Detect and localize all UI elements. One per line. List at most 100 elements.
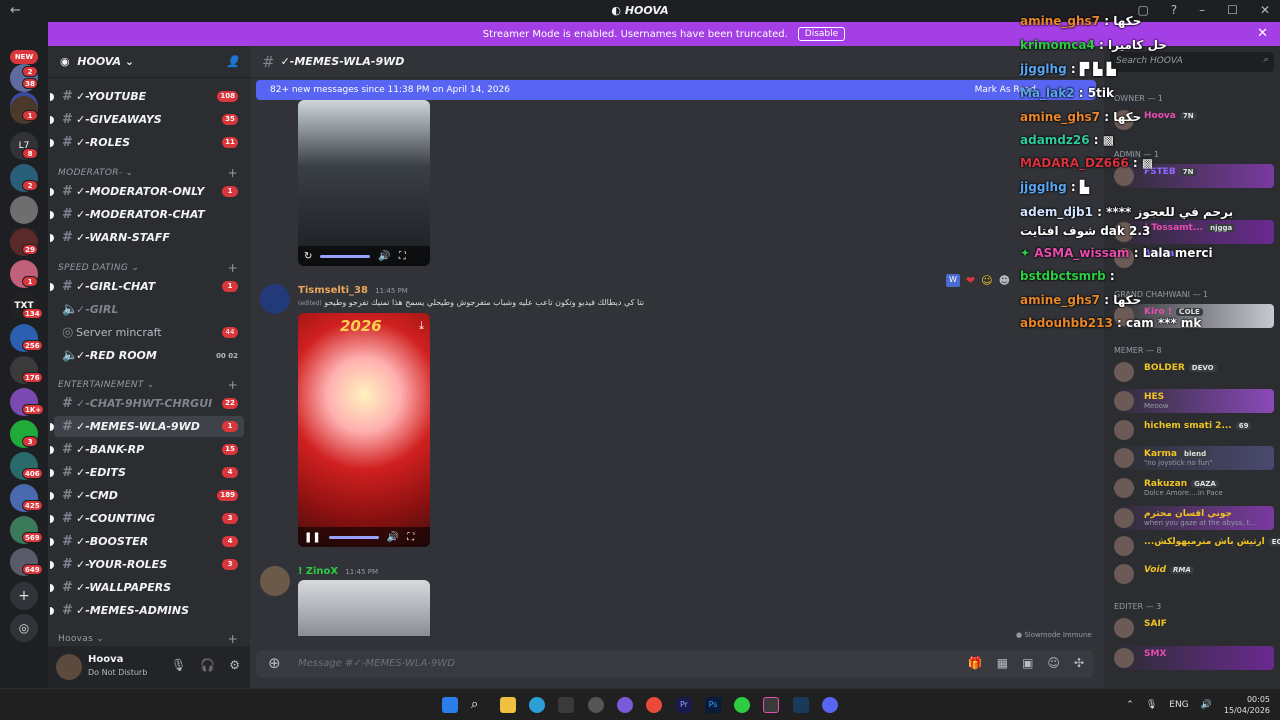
member-item[interactable]: FSTEB 7N <box>1112 164 1274 188</box>
member-item[interactable]: Akaza <box>1112 246 1274 270</box>
invite-icon[interactable]: 👤 <box>226 55 240 68</box>
discover-icon[interactable]: ◎ <box>10 614 38 642</box>
new-badge[interactable]: NEW <box>10 50 38 64</box>
whatsapp-icon[interactable] <box>734 697 750 713</box>
upload-plus-icon[interactable]: ⊕ <box>268 654 281 672</box>
channel-cmd[interactable]: # ✓-CMD 189 <box>50 485 244 506</box>
video-progress[interactable] <box>320 254 371 258</box>
volume-icon[interactable]: 🔊 <box>1201 700 1212 710</box>
language-indicator[interactable]: ENG <box>1169 700 1188 710</box>
channel-warn-staff[interactable]: # ✓-WARN-STAFF <box>50 227 244 248</box>
channel-chat-9hwt-chrgui[interactable]: # ✓-CHAT-9HWT-CHRGUI 22 <box>54 393 244 414</box>
help-icon[interactable]: ? <box>1171 3 1177 17</box>
channel-giveaways[interactable]: # ✓-GIVEAWAYS 35 <box>50 109 244 130</box>
message-input[interactable]: Message #✓-MEMES-WLA-9WD <box>298 658 455 669</box>
server-header[interactable]: ◉ HOOVA ⌄ 👤 <box>48 46 250 78</box>
chevron-up-icon[interactable]: ⌃ <box>1126 700 1134 710</box>
heart-reaction-icon[interactable]: ❤ <box>966 274 975 287</box>
close-window-button[interactable]: ✕ <box>1260 3 1270 17</box>
avatar[interactable] <box>56 654 82 680</box>
channel-booster[interactable]: # ✓-BOOSTER 4 <box>50 531 244 552</box>
author-name[interactable]: ZinoX <box>306 566 338 577</box>
member-item[interactable]: Hoova 7N <box>1112 108 1274 132</box>
member-item[interactable]: Karma blend "no joystick no fun" <box>1112 446 1274 470</box>
pause-icon[interactable]: ❚❚ <box>304 532 321 543</box>
inbox-icon[interactable]: ▢ <box>1137 3 1148 17</box>
search-input[interactable]: Search HOOVA ⌕ <box>1110 52 1274 72</box>
channel-wallpapers[interactable]: # ✓-WALLPAPERS <box>50 577 244 598</box>
file-explorer-icon[interactable] <box>500 697 516 713</box>
edge-icon[interactable] <box>529 697 545 713</box>
video-attachment[interactable]: 2026 ⤓ ❚❚ 🔊 ⛶ <box>298 313 430 547</box>
fullscreen-icon[interactable]: ⛶ <box>399 251 406 262</box>
category-hoovas[interactable]: Hoovas ⌄ + <box>58 632 238 646</box>
channel-moderator-chat[interactable]: # ✓-MODERATOR-CHAT <box>50 204 244 225</box>
channel-youtube[interactable]: # ✓-YOUTUBE 108 <box>50 86 244 107</box>
channel-roles[interactable]: # ✓-ROLES 11 <box>50 132 244 153</box>
fullscreen-icon[interactable]: ⛶ <box>407 532 414 543</box>
add-reaction-icon[interactable]: ☻ <box>999 274 1010 287</box>
microphone-icon[interactable]: 🎙 <box>1146 700 1157 710</box>
app-icon[interactable] <box>588 697 604 713</box>
maximize-button[interactable]: ☐ <box>1227 3 1238 17</box>
member-item[interactable]: Void RMA <box>1112 562 1274 586</box>
mark-as-read-button[interactable]: Mark As Read <box>975 85 1036 95</box>
channel-memes-admins[interactable]: # ✓-MEMES-ADMINS <box>50 600 244 621</box>
image-attachment[interactable] <box>298 580 430 636</box>
laugh-reaction-icon[interactable]: ☺ <box>981 274 992 287</box>
channel-server-mincraft[interactable]: ◎ Server mincraft 44 <box>54 322 244 343</box>
store-icon[interactable] <box>558 697 574 713</box>
avatar[interactable] <box>260 566 290 596</box>
chrome-icon[interactable] <box>646 697 662 713</box>
reaction-w-icon[interactable]: W <box>946 274 960 287</box>
channel-moderator-only[interactable]: # ✓-MODERATOR-ONLY 1 <box>50 181 244 202</box>
video-progress[interactable] <box>328 535 379 539</box>
microphone-icon[interactable]: 🎙 <box>171 658 186 672</box>
category-moderator[interactable]: MODERATOR- ⌄ + <box>58 166 238 180</box>
reactions[interactable]: W ❤ ☺ ☻ <box>946 274 1010 287</box>
emoji-icon[interactable]: ☺ <box>1047 656 1060 670</box>
member-item[interactable]: جوني اقسان محترم when you gaze at the aby… <box>1112 506 1274 530</box>
gift-icon[interactable]: 🎁 <box>968 656 983 670</box>
channel-girl-chat[interactable]: # ✓-GIRL-CHAT 1 <box>50 276 244 297</box>
premiere-icon[interactable]: Pr <box>676 697 692 713</box>
apps-icon[interactable]: ✣ <box>1074 656 1084 670</box>
member-item[interactable]: SMX <box>1112 646 1274 670</box>
replay-icon[interactable]: ↻ <box>304 251 312 262</box>
volume-icon[interactable]: 🔊 <box>378 251 390 262</box>
add-server-icon[interactable]: + <box>10 582 38 610</box>
download-icon[interactable]: ⤓ <box>419 319 424 333</box>
headphones-icon[interactable]: 🎧 <box>200 658 215 672</box>
gif-icon[interactable]: ▦ <box>997 656 1008 670</box>
member-item[interactable]: HES Meoow <box>1112 389 1274 413</box>
member-item[interactable]: BOLDER DEVO <box>1112 360 1274 384</box>
volume-icon[interactable]: 🔊 <box>387 532 399 543</box>
member-item[interactable]: ...ارتيش باش منرميهولكشEGO <box>1112 534 1280 558</box>
member-item[interactable]: Kiro ! ᑕOᒪE <box>1112 304 1274 328</box>
category-speed-dating[interactable]: SPEED DATING ⌄ + <box>58 261 238 275</box>
close-banner-icon[interactable]: ✕ <box>1257 26 1268 41</box>
channel-your-roles[interactable]: # ✓-YOUR-ROLES 3 <box>50 554 244 575</box>
voice-channel-girl[interactable]: 🔈 ✓-GIRL <box>54 299 244 320</box>
gear-icon[interactable]: ⚙ <box>229 658 240 672</box>
channel-counting[interactable]: # ✓-COUNTING 3 <box>50 508 244 529</box>
disable-streamer-button[interactable]: Disable <box>797 27 846 41</box>
member-item[interactable]: hichem smati 2... 69 <box>1112 418 1274 442</box>
app-icon[interactable] <box>617 697 633 713</box>
avatar[interactable] <box>260 284 290 314</box>
voice-channel-red-room[interactable]: 🔈 ✓-RED ROOM 00 02 <box>54 345 244 366</box>
search-icon[interactable]: ⌕ <box>471 697 487 713</box>
channel-edits[interactable]: # ✓-EDITS 4 <box>50 462 244 483</box>
video-attachment[interactable]: ↻ 🔊 ⛶ <box>298 100 430 266</box>
photoshop-icon[interactable]: Ps <box>705 697 721 713</box>
author-name[interactable]: Tismselti_38 <box>298 285 368 296</box>
message-composer[interactable]: ⊕ Message #✓-MEMES-WLA-9WD 🎁 ▦ ▣ ☺ ✣ <box>256 650 1094 678</box>
new-messages-bar[interactable]: 82+ new messages since 11:38 PM on April… <box>256 80 1096 100</box>
sticker-icon[interactable]: ▣ <box>1022 656 1033 670</box>
member-item[interactable]: ! Tossamt... njgga <box>1112 220 1274 244</box>
channel-memes-wla-9wd[interactable]: # ✓-MEMES-WLA-9WD 1 <box>50 416 244 437</box>
discord-icon[interactable] <box>822 697 838 713</box>
start-menu-icon[interactable] <box>442 697 458 713</box>
minimize-button[interactable]: – <box>1199 3 1205 17</box>
category-entertainement[interactable]: ENTERTAINEMENT ⌄ + <box>58 378 238 392</box>
